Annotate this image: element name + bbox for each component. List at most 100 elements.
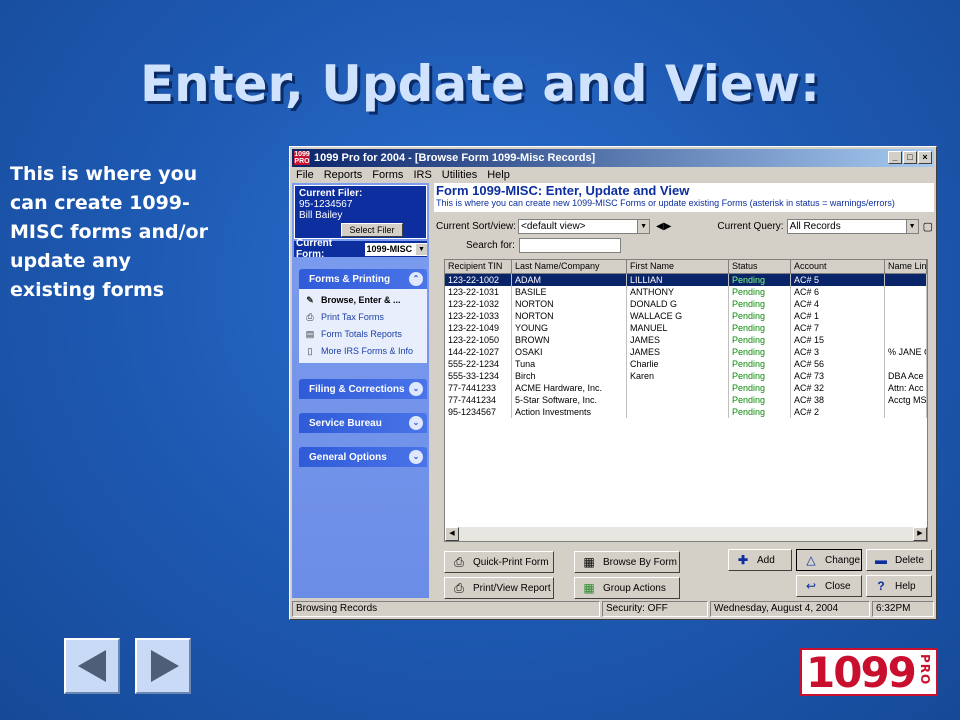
menu-forms[interactable]: Forms bbox=[372, 169, 403, 181]
table-cell: AC# 6 bbox=[791, 286, 885, 298]
table-cell: JAMES bbox=[627, 346, 729, 358]
table-row[interactable]: 77-7441233 ACME Hardware, Inc. Pending AC# … bbox=[445, 382, 927, 394]
brand-logo: 1099 PRO bbox=[800, 648, 938, 696]
maximize-button[interactable]: □ bbox=[903, 151, 917, 164]
task-print-tax-forms[interactable]: ⎙ Print Tax Forms bbox=[305, 308, 427, 325]
change-button[interactable]: △ Change bbox=[796, 549, 862, 571]
close-window-button[interactable]: × bbox=[918, 151, 932, 164]
chevron-down-icon: ▼ bbox=[905, 219, 918, 233]
table-cell: 123-22-1032 bbox=[445, 298, 512, 310]
current-form-label: Current Form: bbox=[296, 238, 333, 260]
delete-button[interactable]: ▬ Delete bbox=[866, 549, 932, 571]
sort-order-icon[interactable]: ◀▶ bbox=[656, 221, 671, 232]
table-cell: Pending bbox=[729, 298, 791, 310]
table-cell bbox=[627, 394, 729, 406]
col-name-line[interactable]: Name Lin bbox=[885, 260, 927, 274]
status-security: Security: OFF bbox=[602, 601, 708, 617]
next-slide-button[interactable] bbox=[135, 638, 191, 694]
window-title: 1099 Pro for 2004 - [Browse Form 1099-Mi… bbox=[314, 152, 596, 164]
table-cell: Attn: Acc bbox=[885, 382, 927, 394]
panel-general-options[interactable]: General Options ⌄ bbox=[299, 447, 427, 467]
select-filer-button[interactable]: Select Filer bbox=[341, 223, 403, 237]
table-row[interactable]: 123-22-1050 BROWN JAMES Pending AC# 15 bbox=[445, 334, 927, 346]
forms-icon: ▦ bbox=[583, 555, 595, 569]
print-view-report-button[interactable]: ⎙ Print/View Report bbox=[444, 577, 554, 599]
help-button[interactable]: ? Help bbox=[866, 575, 932, 597]
printer-icon: ⎙ bbox=[454, 555, 464, 569]
menu-reports[interactable]: Reports bbox=[324, 169, 363, 181]
table-row[interactable]: 123-22-1031 BASILE ANTHONY Pending AC# 6 bbox=[445, 286, 927, 298]
task-form-totals[interactable]: ▤ Form Totals Reports bbox=[305, 325, 427, 342]
table-cell: 555-22-1234 bbox=[445, 358, 512, 370]
horizontal-scrollbar[interactable]: ◀ ▶ bbox=[445, 527, 927, 541]
status-date: Wednesday, August 4, 2004 bbox=[710, 601, 870, 617]
table-row[interactable]: 555-33-1234 Birch Karen Pending AC# 73 DBA Ac… bbox=[445, 370, 927, 382]
table-row[interactable]: 123-22-1049 YOUNG MANUEL Pending AC# 7 bbox=[445, 322, 927, 334]
col-account[interactable]: Account bbox=[791, 260, 885, 274]
button-label: Group Actions bbox=[603, 582, 666, 594]
scroll-right-icon[interactable]: ▶ bbox=[913, 527, 927, 541]
chevron-down-icon[interactable]: ⌄ bbox=[409, 382, 423, 396]
table-cell: Pending bbox=[729, 322, 791, 334]
panel-forms-printing-body: ✎ Browse, Enter & ... ⎙ Print Tax Forms … bbox=[299, 289, 427, 363]
button-label: Change bbox=[825, 554, 861, 566]
table-cell: AC# 3 bbox=[791, 346, 885, 358]
table-row[interactable]: 77-7441234 5-Star Software, Inc. Pending AC… bbox=[445, 394, 927, 406]
menu-irs[interactable]: IRS bbox=[413, 169, 431, 181]
filer-name: Bill Bailey bbox=[299, 210, 343, 221]
chevron-down-icon[interactable]: ⌄ bbox=[409, 450, 423, 464]
printer-icon: ⎙ bbox=[454, 581, 464, 595]
chevron-up-icon[interactable]: ⌃ bbox=[409, 272, 423, 286]
form-heading: Form 1099-MISC: Enter, Update and View bbox=[436, 183, 690, 198]
panel-filing-corrections[interactable]: Filing & Corrections ⌄ bbox=[299, 379, 427, 399]
table-cell: Pending bbox=[729, 406, 791, 418]
panel-label: General Options bbox=[309, 451, 387, 463]
col-recipient-tin[interactable]: Recipient TIN bbox=[445, 260, 512, 274]
sort-view-select[interactable]: <default view> ▼ bbox=[518, 218, 651, 234]
new-query-icon[interactable]: ▢ bbox=[923, 220, 933, 233]
task-browse-enter[interactable]: ✎ Browse, Enter & ... bbox=[305, 291, 427, 308]
table-row[interactable]: 95-1234567 Action Investments Pending AC# 2 bbox=[445, 406, 927, 418]
col-first-name[interactable]: First Name bbox=[627, 260, 729, 274]
title-bar[interactable]: 1099 PRO 1099 Pro for 2004 - [Browse For… bbox=[292, 149, 934, 167]
task-more-irs-forms[interactable]: ▯ More IRS Forms & Info bbox=[305, 342, 427, 359]
browse-by-form-button[interactable]: ▦ Browse By Form bbox=[574, 551, 680, 573]
chevron-down-icon: ▼ bbox=[416, 243, 427, 255]
menu-file[interactable]: File bbox=[296, 169, 314, 181]
current-filer-label: Current Filer: bbox=[299, 188, 363, 199]
table-row[interactable]: 123-22-1033 NORTON WALLACE G Pending AC# 1 bbox=[445, 310, 927, 322]
table-cell: AC# 38 bbox=[791, 394, 885, 406]
table-cell: YOUNG bbox=[512, 322, 627, 334]
current-form-select[interactable]: 1099-MISC ▼ bbox=[364, 242, 427, 256]
chevron-down-icon[interactable]: ⌄ bbox=[409, 416, 423, 430]
search-input[interactable] bbox=[518, 238, 621, 253]
close-button[interactable]: ↩ Close bbox=[796, 575, 862, 597]
quick-print-button[interactable]: ⎙ Quick-Print Form bbox=[444, 551, 554, 573]
panel-service-bureau[interactable]: Service Bureau ⌄ bbox=[299, 413, 427, 433]
table-cell: Pending bbox=[729, 334, 791, 346]
table-cell: NORTON bbox=[512, 310, 627, 322]
table-row[interactable]: 144-22-1027 OSAKI JAMES Pending AC# 3% JANE … bbox=[445, 346, 927, 358]
menu-help[interactable]: Help bbox=[487, 169, 510, 181]
col-last-name[interactable]: Last Name/Company bbox=[512, 260, 627, 274]
table-cell bbox=[885, 334, 927, 346]
add-button[interactable]: ✚ Add bbox=[728, 549, 792, 571]
grid-header: Recipient TIN Last Name/Company First Na… bbox=[445, 260, 927, 274]
minimize-button[interactable]: _ bbox=[888, 151, 902, 164]
table-cell bbox=[885, 286, 927, 298]
query-select[interactable]: All Records ▼ bbox=[786, 218, 919, 234]
table-cell: WALLACE G bbox=[627, 310, 729, 322]
menu-utilities[interactable]: Utilities bbox=[442, 169, 477, 181]
table-row[interactable]: 123-22-1002 ADAM LILLIAN Pending AC# 5 bbox=[445, 274, 927, 286]
triangle-icon: △ bbox=[806, 553, 816, 567]
previous-slide-button[interactable] bbox=[64, 638, 120, 694]
col-status[interactable]: Status bbox=[729, 260, 791, 274]
table-row[interactable]: 555-22-1234 Tuna Charlie Pending AC# 56 bbox=[445, 358, 927, 370]
scroll-left-icon[interactable]: ◀ bbox=[445, 527, 459, 541]
table-row[interactable]: 123-22-1032 NORTON DONALD G Pending AC# 4 bbox=[445, 298, 927, 310]
group-actions-button[interactable]: ▦ Group Actions bbox=[574, 577, 680, 599]
chevron-down-icon: ▼ bbox=[637, 219, 650, 233]
filer-tin: 95-1234567 bbox=[299, 199, 353, 210]
panel-forms-printing[interactable]: Forms & Printing ⌃ bbox=[299, 269, 427, 289]
current-form-value: 1099-MISC bbox=[366, 244, 413, 254]
